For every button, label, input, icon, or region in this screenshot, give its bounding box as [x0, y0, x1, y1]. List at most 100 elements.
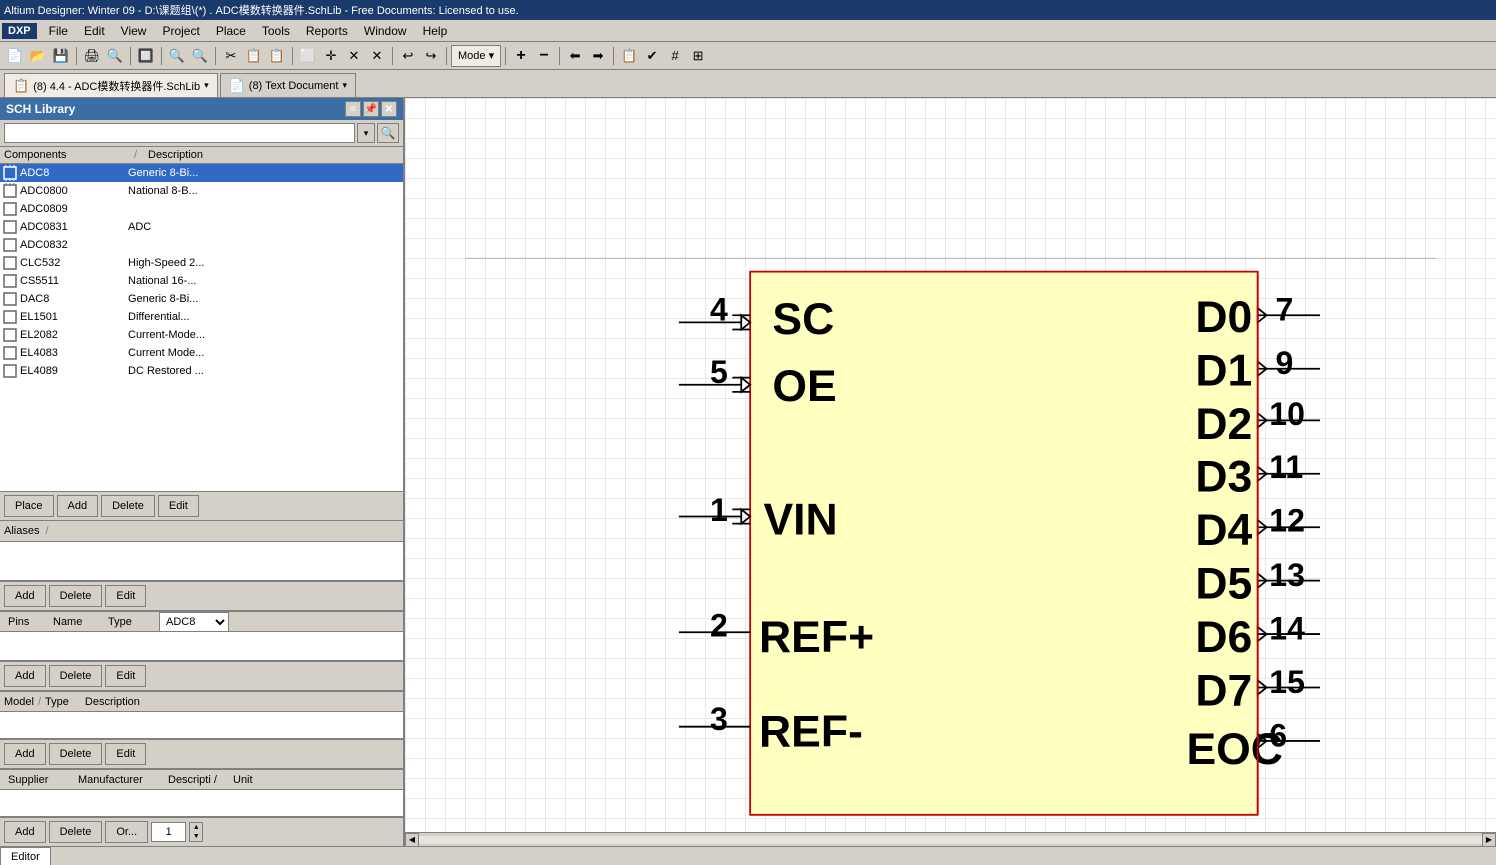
pins-comp-dropdown[interactable]: ADC8 [159, 612, 229, 632]
add-comp-btn[interactable]: Add [57, 495, 99, 517]
menu-view[interactable]: View [113, 22, 155, 40]
menu-place[interactable]: Place [208, 22, 254, 40]
view3-btn[interactable]: ⊞ [687, 45, 709, 67]
component-row-adc0831[interactable]: ADC0831 ADC [0, 218, 403, 236]
component-btn[interactable]: 🔲 [135, 45, 157, 67]
wire2-btn[interactable]: ✕ [366, 45, 388, 67]
menu-window[interactable]: Window [356, 22, 415, 40]
component-row-el4083[interactable]: EL4083 Current Mode... [0, 344, 403, 362]
search-dropdown-btn[interactable]: ▾ [357, 123, 375, 143]
save-btn[interactable]: 💾 [50, 45, 72, 67]
edit-alias-btn[interactable]: Edit [105, 585, 146, 607]
add-model-btn[interactable]: Add [4, 743, 46, 765]
component-action-row: Place Add Delete Edit [0, 491, 403, 520]
sc-arrow [741, 315, 750, 329]
component-row-adc0832[interactable]: ADC0832 [0, 236, 403, 254]
supplier-section: Supplier Manufacturer Descripti / Unit A… [0, 768, 403, 846]
delete-comp-btn[interactable]: Delete [101, 495, 155, 517]
tab-textdoc-dropdown[interactable]: ▾ [342, 80, 347, 91]
grid-btn[interactable]: # [664, 45, 686, 67]
menu-reports[interactable]: Reports [298, 22, 356, 40]
hscroll-left[interactable]: ◀ [405, 833, 419, 847]
component-row-adc0800[interactable]: ADC0800 National 8-B... [0, 182, 403, 200]
delete-alias-btn[interactable]: Delete [49, 585, 103, 607]
redo-btn[interactable]: ↪ [420, 45, 442, 67]
panel-close-btn[interactable]: ✕ [381, 101, 397, 117]
tab-editor[interactable]: Editor [0, 847, 51, 865]
edit-model-btn[interactable]: Edit [105, 743, 146, 765]
search-input[interactable] [4, 123, 355, 143]
copy-btn[interactable]: 📋 [243, 45, 265, 67]
component-chip-icon-8 [2, 291, 18, 307]
wire-btn[interactable]: ✕ [343, 45, 365, 67]
check-btn[interactable]: ✔ [641, 45, 663, 67]
or-btn[interactable]: Or... [105, 821, 148, 843]
component-row-adc8[interactable]: ADC8 Generic 8-Bi... [0, 164, 403, 182]
comp-desc-clc532: High-Speed 2... [128, 257, 401, 269]
menu-file[interactable]: File [41, 22, 76, 40]
delete-model-btn[interactable]: Delete [49, 743, 103, 765]
back-btn[interactable]: ⬅ [564, 45, 586, 67]
component-row-dac8[interactable]: DAC8 Generic 8-Bi... [0, 290, 403, 308]
spinner-down[interactable]: ▼ [190, 832, 202, 841]
unit-input[interactable] [151, 822, 186, 842]
hscroll-right[interactable]: ▶ [1482, 833, 1496, 847]
add-alias-btn[interactable]: Add [4, 585, 46, 607]
place-btn[interactable]: Place [4, 495, 54, 517]
component-chip-icon-5 [2, 237, 18, 253]
zoom-in-btn[interactable]: 🔍 [166, 45, 188, 67]
components-header: Components / Description [0, 146, 403, 164]
dxp-logo[interactable]: DXP [2, 23, 37, 39]
undo-btn[interactable]: ↩ [397, 45, 419, 67]
cut-btn[interactable]: ✂ [220, 45, 242, 67]
edit-comp-btn[interactable]: Edit [158, 495, 199, 517]
menu-help[interactable]: Help [415, 22, 456, 40]
new-btn[interactable]: 📄 [4, 45, 26, 67]
tab-schlib[interactable]: 📋 (8) 4.4 - ADC模数转换器件.SchLib ▾ [4, 73, 218, 97]
spinner-up[interactable]: ▲ [190, 823, 202, 832]
manufacturer-label: Manufacturer [74, 774, 164, 786]
menu-edit[interactable]: Edit [76, 22, 113, 40]
fwd-btn[interactable]: ➡ [587, 45, 609, 67]
menu-project[interactable]: Project [154, 22, 207, 40]
mode-dropdown[interactable]: Mode ▾ [451, 45, 501, 67]
cross-btn[interactable]: ✛ [320, 45, 342, 67]
component-row-el2082[interactable]: EL2082 Current-Mode... [0, 326, 403, 344]
component-row-el4089[interactable]: EL4089 DC Restored ... [0, 362, 403, 380]
comp-desc-adc8: Generic 8-Bi... [128, 167, 401, 179]
sep5 [292, 47, 293, 65]
menu-tools[interactable]: Tools [254, 22, 298, 40]
tab-dropdown-icon[interactable]: ▾ [204, 80, 209, 91]
minus-btn[interactable]: − [533, 45, 555, 67]
zoom-out-btn[interactable]: 🔍 [189, 45, 211, 67]
tab-textdoc[interactable]: 📄 (8) Text Document ▾ [220, 73, 356, 97]
hscroll-track[interactable] [419, 836, 1482, 844]
select-btn[interactable]: ⬜ [297, 45, 319, 67]
comp-name-adc8: ADC8 [20, 167, 128, 179]
panel-pin-btn[interactable]: 📌 [363, 101, 379, 117]
component-row-el1501[interactable]: EL1501 Differential... [0, 308, 403, 326]
paste-btn[interactable]: 📋 [266, 45, 288, 67]
add-supplier-btn[interactable]: Add [4, 821, 46, 843]
delete-supplier-btn[interactable]: Delete [49, 821, 103, 843]
tab-textdoc-label: (8) Text Document [249, 80, 339, 92]
delete-pin-btn[interactable]: Delete [49, 665, 103, 687]
component-row-cs5511[interactable]: CS5511 National 16-... [0, 272, 403, 290]
edit-pin-btn[interactable]: Edit [105, 665, 146, 687]
unit-spinner[interactable]: ▲ ▼ [189, 822, 203, 842]
search-go-btn[interactable]: 🔍 [377, 123, 399, 143]
preview-btn[interactable]: 🔍 [104, 45, 126, 67]
col-description: Description [144, 149, 387, 161]
open-btn[interactable]: 📂 [27, 45, 49, 67]
add-pin-btn[interactable]: Add [4, 665, 46, 687]
print-btn[interactable]: 🖨 [81, 45, 103, 67]
components-list[interactable]: ADC8 Generic 8-Bi... ADC0800 National 8-… [0, 164, 403, 491]
canvas-area[interactable]: 4 SC 5 OE 1 VIN 2 REF+ [405, 98, 1496, 846]
comp-name-el1501: EL1501 [20, 311, 128, 323]
component-row-adc0809[interactable]: ADC0809 [0, 200, 403, 218]
doc-btn[interactable]: 📋 [618, 45, 640, 67]
comp-desc-adc0800: National 8-B... [128, 185, 401, 197]
component-row-clc532[interactable]: CLC532 High-Speed 2... [0, 254, 403, 272]
panel-menu-btn[interactable]: ≡ [345, 101, 361, 117]
plus-btn[interactable]: + [510, 45, 532, 67]
